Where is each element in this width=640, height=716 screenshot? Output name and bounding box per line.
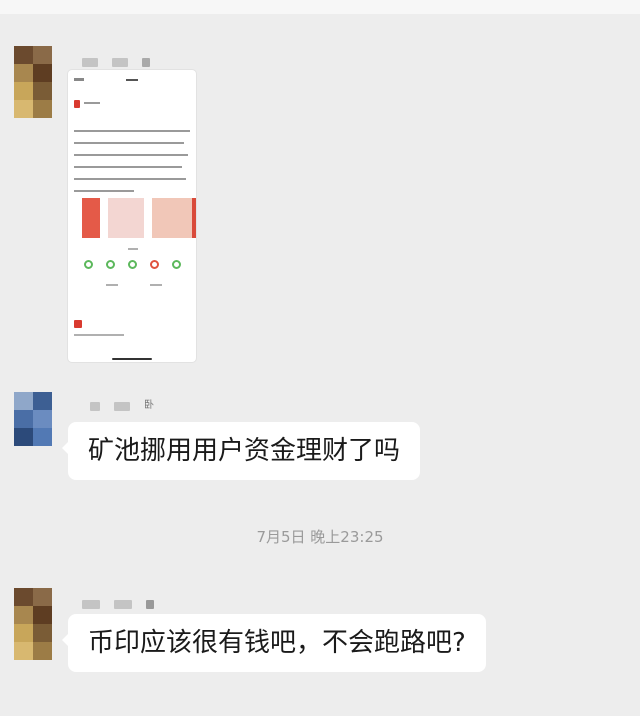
blurred-line [74, 154, 188, 156]
text-message[interactable]: 币印应该很有钱吧，不会跑路吧? [62, 614, 486, 672]
blurred-line [106, 284, 118, 286]
blurred-line [84, 102, 100, 104]
sender-name [82, 56, 150, 68]
share-icons [84, 260, 181, 269]
text-message[interactable]: 矿池挪用用户资金理财了吗 [61, 422, 421, 480]
sender-name [82, 598, 154, 610]
blurred-line [128, 248, 138, 250]
avatar[interactable] [14, 46, 52, 118]
image-message[interactable] [68, 70, 196, 362]
timestamp: 7月5日 晚上23:25 [256, 528, 384, 546]
preview-card [108, 198, 144, 238]
app-logo-icon [74, 100, 80, 108]
blurred-line [74, 190, 134, 192]
status-bar [74, 78, 84, 81]
app-logo-icon [74, 320, 82, 328]
blurred-line [74, 130, 190, 132]
moments-icon [128, 260, 137, 269]
status-bar-center [126, 79, 138, 81]
blurred-line [74, 178, 186, 180]
share-icon [84, 260, 93, 269]
wechat-icon [106, 260, 115, 269]
preview-card [82, 198, 100, 238]
blurred-line [74, 334, 124, 336]
top-margin [0, 0, 640, 14]
blurred-line [74, 142, 184, 144]
preview-card [152, 198, 196, 238]
qq-icon [172, 260, 181, 269]
blurred-line [150, 284, 162, 286]
blurred-line [74, 166, 182, 168]
weibo-icon [150, 260, 159, 269]
home-indicator [112, 358, 152, 360]
avatar[interactable] [14, 588, 52, 660]
avatar[interactable] [14, 392, 52, 464]
sender-name: 卧 [90, 400, 154, 412]
